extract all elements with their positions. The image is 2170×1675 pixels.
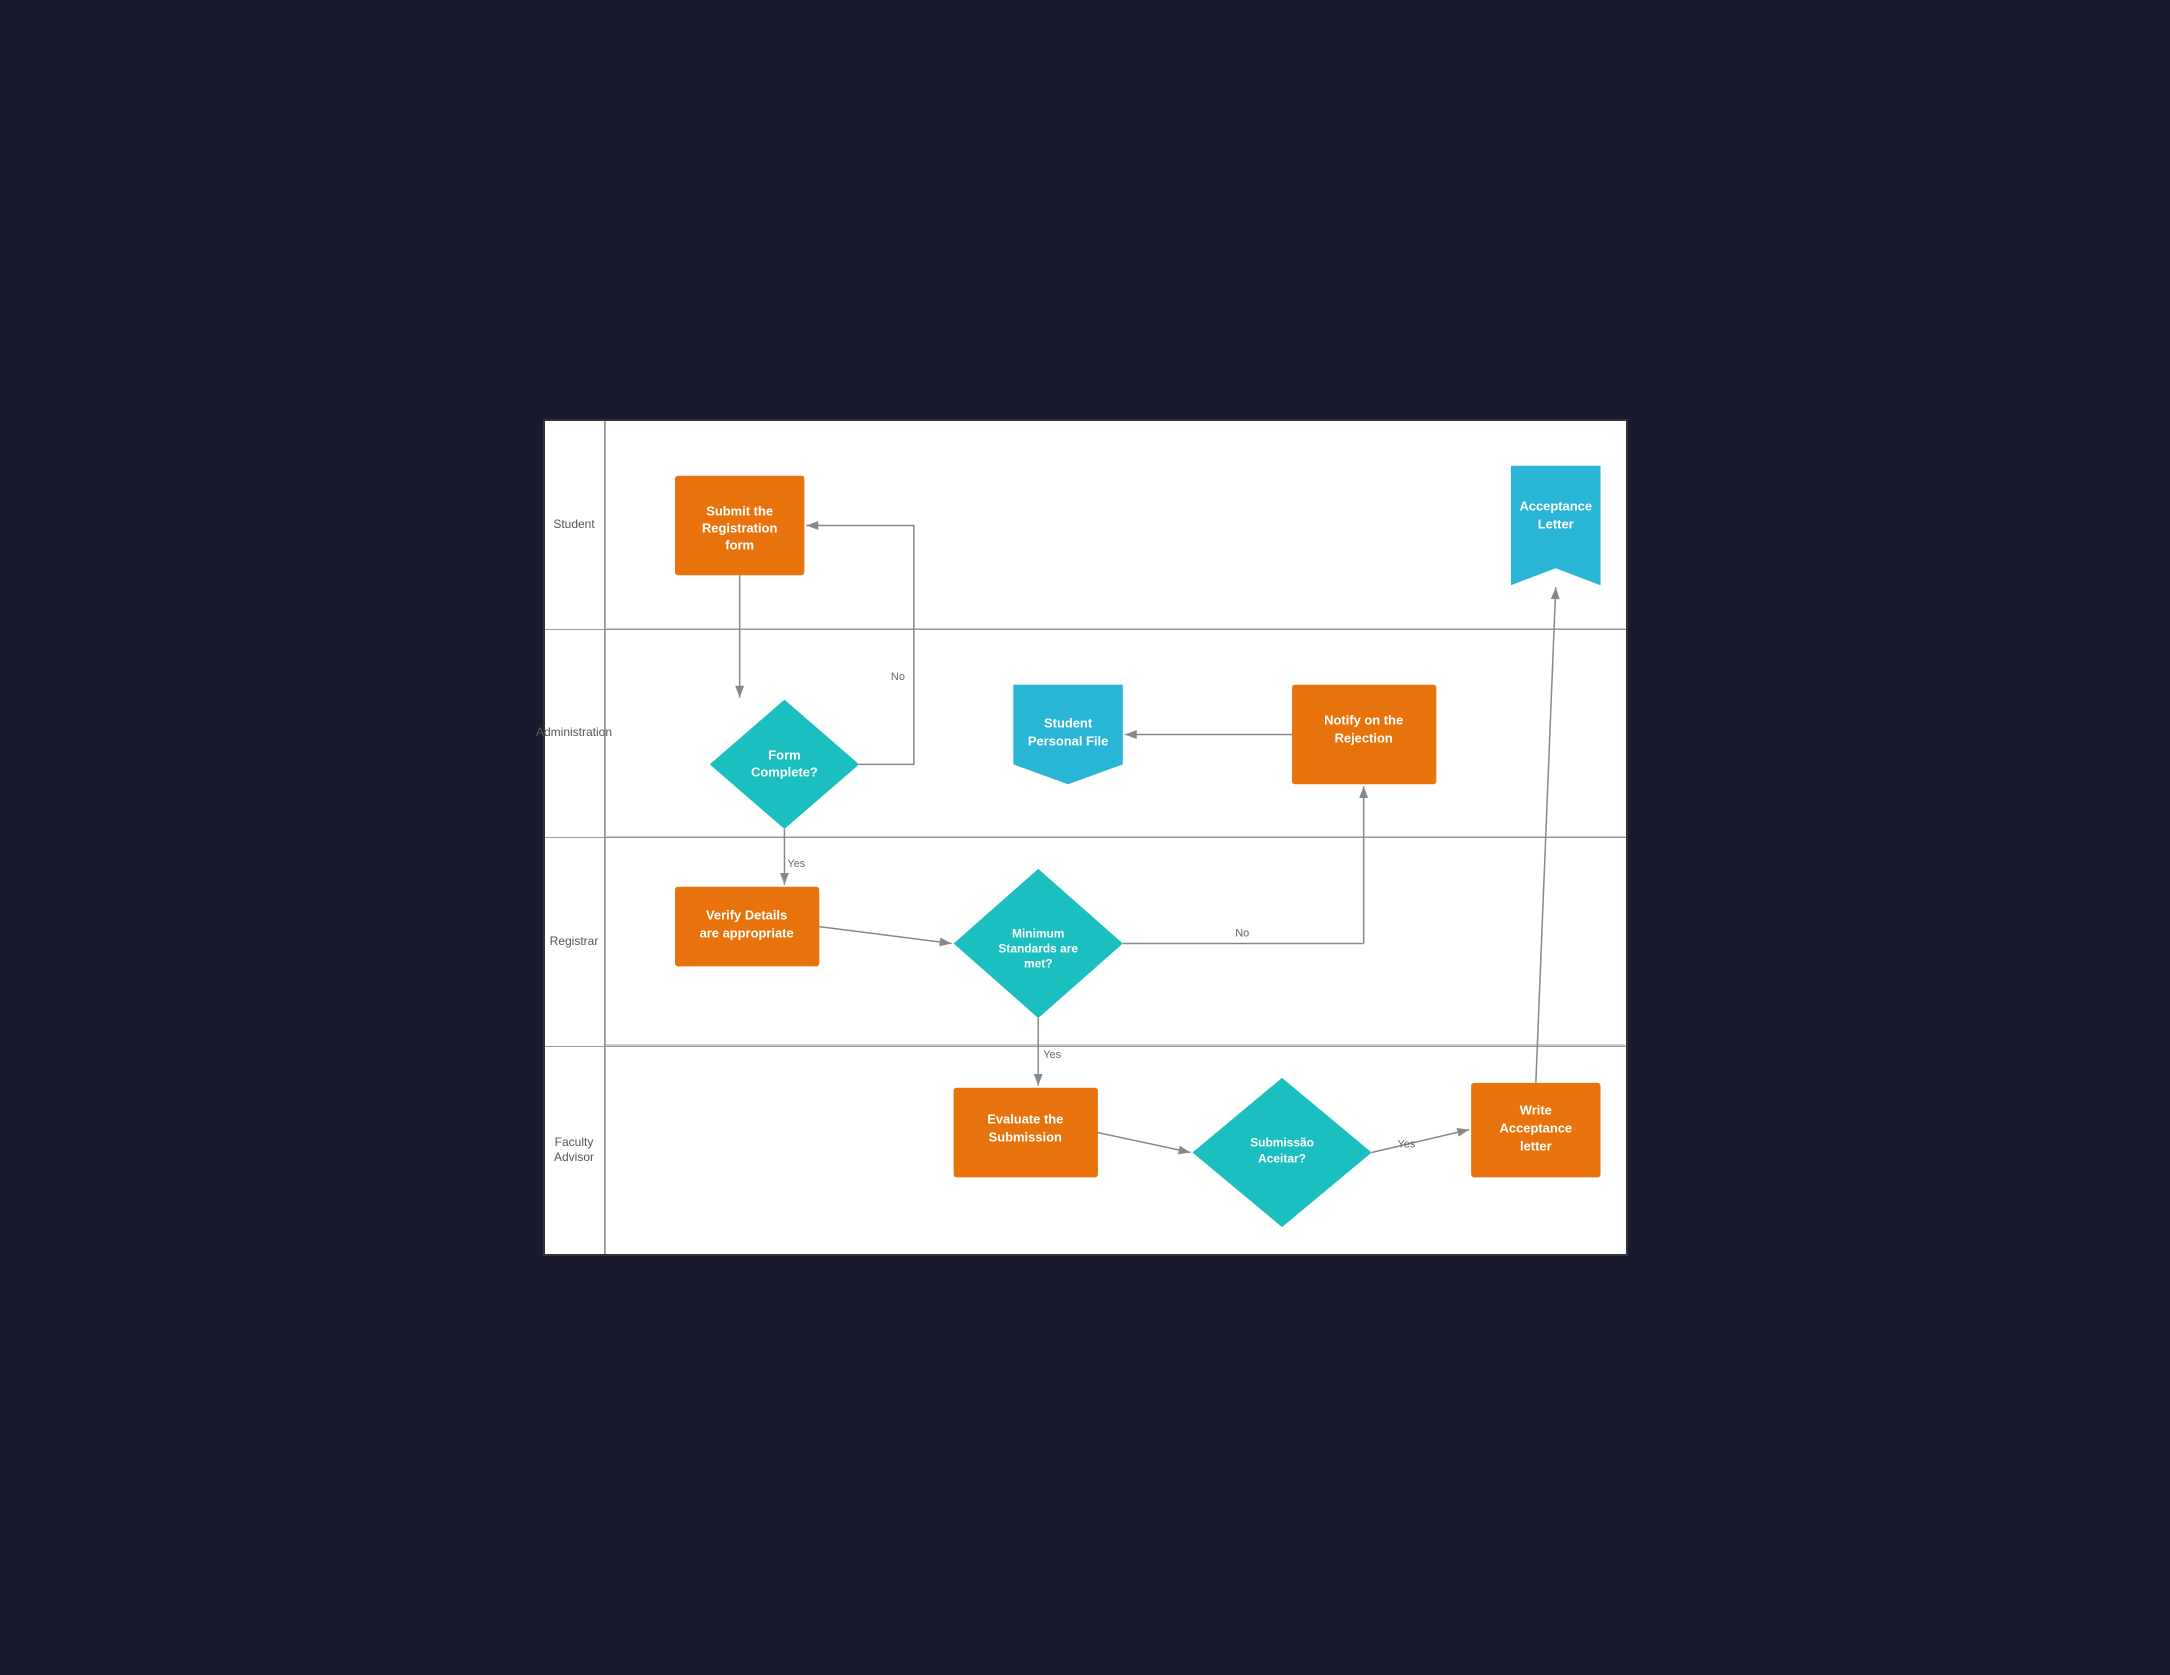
lane-content-faculty bbox=[605, 1047, 1626, 1255]
lane-content-registrar bbox=[605, 838, 1626, 1046]
lane-label-administration: Administration bbox=[545, 630, 605, 838]
lane-label-registrar: Registrar bbox=[545, 838, 605, 1046]
lane-faculty: FacultyAdvisor bbox=[545, 1047, 1626, 1255]
lane-administration: Administration bbox=[545, 630, 1626, 839]
lane-content-student bbox=[605, 421, 1626, 629]
lane-label-student: Student bbox=[545, 421, 605, 629]
lane-content-administration bbox=[605, 630, 1626, 838]
lane-label-faculty: FacultyAdvisor bbox=[545, 1047, 605, 1255]
diagram-container: Student Administration Registrar Faculty… bbox=[543, 419, 1628, 1256]
lane-registrar: Registrar bbox=[545, 838, 1626, 1047]
lanes: Student Administration Registrar Faculty… bbox=[545, 421, 1626, 1254]
lane-student: Student bbox=[545, 421, 1626, 630]
